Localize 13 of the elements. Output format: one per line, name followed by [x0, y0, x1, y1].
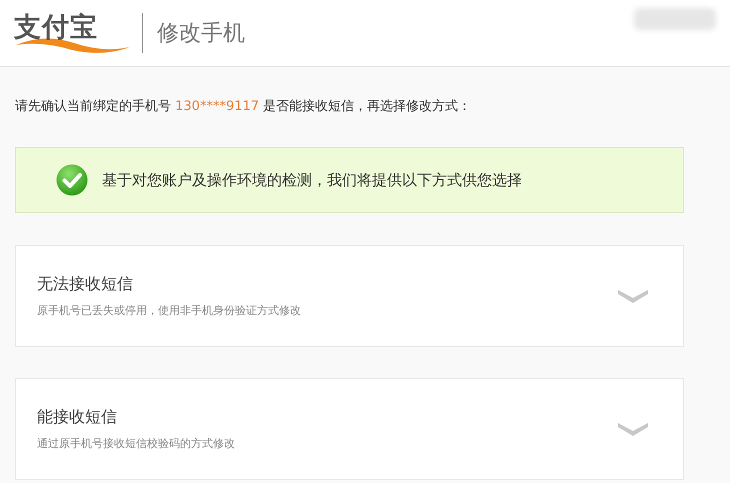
option-card[interactable]: 无法接收短信 原手机号已丢失或停用，使用非手机身份验证方式修改 — [15, 245, 684, 347]
chevron-icon — [617, 421, 649, 437]
check-icon — [56, 164, 88, 196]
option-card[interactable]: 能接收短信 通过原手机号接收短信校验码的方式修改 — [15, 378, 684, 480]
page-title: 修改手机 — [157, 20, 245, 48]
chevron-icon — [617, 288, 649, 304]
notice-text: 基于对您账户及操作环境的检测，我们将提供以下方式供您选择 — [102, 170, 522, 190]
option-description: 原手机号已丢失或停用，使用非手机身份验证方式修改 — [37, 303, 301, 318]
logo: 支付宝 — [14, 11, 132, 55]
option-title: 无法接收短信 — [37, 274, 134, 295]
option-title: 能接收短信 — [37, 407, 118, 428]
option-description: 通过原手机号接收短信校验码的方式修改 — [37, 436, 235, 451]
intro-text: 请先确认当前绑定的手机号 130****9117 是否能接收短信，再选择修改方式： — [15, 98, 472, 115]
